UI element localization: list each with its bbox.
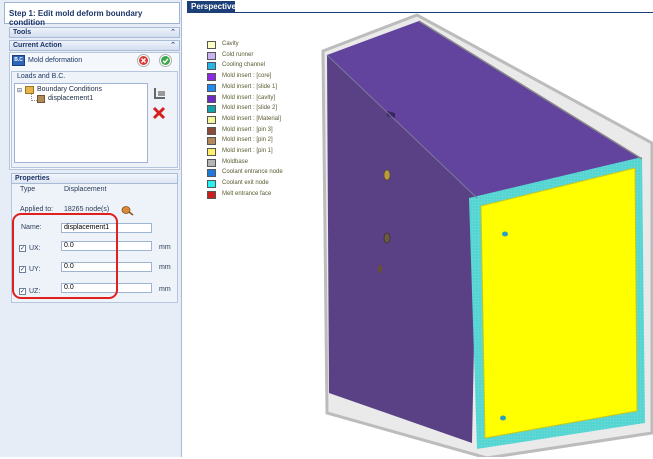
legend-label: Moldbase	[222, 158, 249, 165]
legend-swatch	[207, 51, 216, 60]
legend-swatch	[207, 115, 216, 124]
legend-item: Cavity	[207, 40, 327, 50]
legend-item: Mold insert : [slide 1]	[207, 83, 327, 93]
legend-label: Coolant entrance node	[222, 169, 283, 176]
legend-label: Melt entrance face	[222, 190, 272, 197]
legend-label: Mold insert : [Material]	[222, 115, 282, 122]
folder-icon	[25, 86, 34, 94]
tools-section-label: Tools	[13, 29, 32, 36]
type-label: Type	[20, 186, 36, 193]
check-icon	[161, 56, 170, 65]
uy-checkbox[interactable]: ✓	[19, 266, 26, 273]
current-action-section-label: Current Action	[13, 42, 62, 49]
legend-label: Mold insert : [slide 2]	[222, 105, 278, 112]
properties-label: Properties	[15, 175, 50, 182]
legend-swatch	[207, 148, 216, 156]
bc-icon: B.C	[12, 55, 25, 66]
legend-label: Mold insert : [pin 1]	[222, 148, 273, 154]
uz-unit: mm	[159, 286, 171, 293]
collapse-chevron-icon[interactable]: ⌃	[170, 41, 176, 49]
cancel-button[interactable]	[137, 54, 150, 67]
legend-label: Mold insert : [slide 1]	[222, 83, 278, 90]
legend-label: Mold insert : [core]	[222, 73, 272, 80]
legend-swatch	[207, 158, 216, 167]
legend-item: Mold insert : [Material]	[207, 115, 327, 125]
left-panel: Step 1: Edit mold deform boundary condit…	[0, 0, 182, 457]
tree-child-label[interactable]: displacement1	[48, 95, 93, 102]
legend-swatch	[207, 190, 216, 199]
uy-label: UY:	[29, 266, 41, 273]
legend-item: Cooling channel	[207, 61, 327, 71]
displacement-icon	[37, 95, 45, 103]
legend-item: Mold insert : [pin 1]	[207, 147, 327, 157]
legend-item: Cold runner	[207, 51, 327, 61]
uz-field[interactable]: 0.0	[61, 283, 152, 293]
legend-swatch	[207, 105, 216, 114]
legend-label: Mold insert : [pin 3]	[222, 126, 273, 133]
legend-swatch	[207, 62, 216, 71]
ux-field[interactable]: 0.0	[61, 241, 152, 251]
uy-unit: mm	[159, 264, 171, 271]
legend-item: Coolant exit node	[207, 179, 327, 189]
current-action-section-header[interactable]: Current Action ⌃	[9, 40, 180, 51]
properties-header: Properties	[11, 173, 178, 184]
name-field[interactable]: displacement1	[61, 223, 152, 233]
applied-to-label: Applied to:	[20, 206, 54, 213]
legend-label: Mold insert : [pin 2]	[222, 137, 273, 144]
delete-icon	[152, 106, 166, 120]
confirm-button[interactable]	[159, 54, 172, 67]
legend-item: Mold insert : [core]	[207, 72, 327, 82]
ux-unit: mm	[159, 244, 171, 251]
applied-to-value: 18265 node(s)	[64, 206, 110, 213]
pick-nodes-button[interactable]	[121, 205, 134, 216]
type-value: Displacement	[64, 186, 107, 193]
uz-label: UZ:	[29, 288, 41, 295]
bc-tree[interactable]: ⊟ Boundary Conditions displacement1	[14, 83, 148, 163]
ux-checkbox[interactable]: ✓	[19, 245, 26, 252]
legend-item: Mold insert : [slide 2]	[207, 104, 327, 114]
loads-bc-label: Loads and B.C.	[17, 73, 66, 80]
ux-label: UX:	[29, 245, 41, 252]
legend-item: Melt entrance face	[207, 190, 327, 200]
boundary-condition-icon	[154, 88, 165, 99]
legend-swatch	[207, 180, 216, 189]
legend-swatch	[207, 94, 216, 103]
step-title: Step 1: Edit mold deform boundary condit…	[4, 2, 180, 27]
collapse-chevron-icon[interactable]: ⌃	[170, 28, 176, 36]
name-label: Name:	[21, 224, 42, 231]
uz-checkbox[interactable]: ✓	[19, 288, 26, 295]
uy-field[interactable]: 0.0	[61, 262, 152, 272]
legend-item: Moldbase	[207, 158, 327, 168]
add-bc-button[interactable]	[153, 86, 167, 100]
legend-label: Cooling channel	[222, 62, 266, 69]
legend-label: Mold insert : [cavity]	[222, 94, 276, 101]
pick-tool-icon	[121, 206, 134, 216]
legend-swatch	[207, 169, 216, 178]
tree-root-label[interactable]: Boundary Conditions	[37, 86, 102, 93]
legend-swatch	[207, 126, 216, 135]
legend-item: Mold insert : [pin 2]	[207, 136, 327, 146]
action-label: Mold deformation	[28, 57, 83, 64]
delete-bc-button[interactable]	[152, 106, 166, 120]
legend-swatch	[207, 137, 216, 146]
legend-label: Cavity	[222, 41, 239, 47]
legend-item: Coolant entrance node	[207, 168, 327, 178]
legend-swatch	[207, 41, 216, 49]
legend-item: Mold insert : [cavity]	[207, 94, 327, 104]
tree-expand-icon[interactable]: ⊟	[17, 87, 22, 94]
legend-swatch	[207, 83, 216, 92]
legend-label: Cold runner	[222, 51, 254, 58]
legend-item: Mold insert : [pin 3]	[207, 126, 327, 136]
cancel-icon	[139, 56, 148, 65]
legend-swatch	[207, 73, 216, 82]
legend-label: Coolant exit node	[222, 180, 269, 187]
tools-section-header[interactable]: Tools ⌃	[9, 27, 180, 38]
